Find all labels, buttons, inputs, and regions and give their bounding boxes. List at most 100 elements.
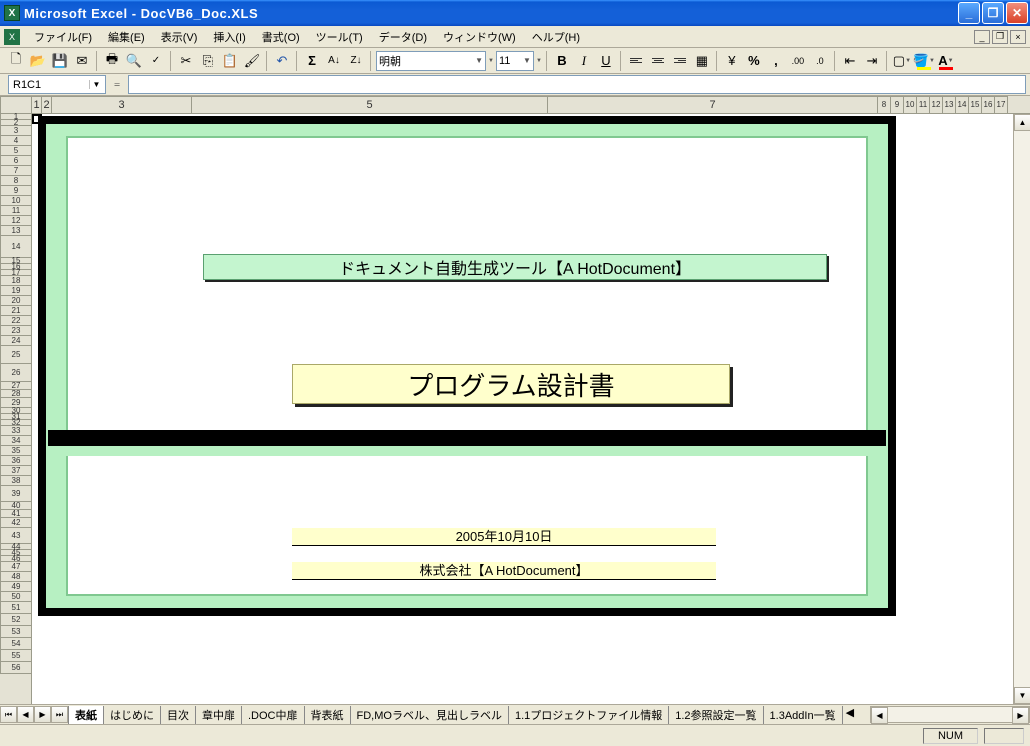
row-header[interactable]: 21	[0, 306, 31, 316]
paste-icon[interactable]: 📋	[220, 51, 240, 71]
sheet-tab[interactable]: 1.2参照設定一覧	[668, 706, 763, 724]
currency-button[interactable]: ¥	[722, 51, 742, 71]
email-icon[interactable]: ✉	[72, 51, 92, 71]
horizontal-scrollbar[interactable]: ◀ ▶	[870, 706, 1030, 723]
size-dd-arrow-icon[interactable]: ▼	[536, 58, 542, 64]
open-file-icon[interactable]: 📂	[28, 51, 48, 71]
row-header[interactable]: 28	[0, 390, 31, 398]
worksheet-grid[interactable]: ドキュメント自動生成ツール【A HotDocument】 プログラム設計書 20…	[32, 114, 1013, 704]
align-right-button[interactable]	[670, 51, 690, 71]
row-header[interactable]: 9	[0, 186, 31, 196]
spellcheck-icon[interactable]: ✓	[146, 51, 166, 71]
vscroll-track[interactable]	[1014, 131, 1030, 687]
scroll-down-button[interactable]: ▼	[1014, 687, 1030, 704]
percent-button[interactable]: %	[744, 51, 764, 71]
row-header[interactable]: 6	[0, 156, 31, 166]
sheet-tab-active[interactable]: 表紙	[68, 706, 104, 724]
row-header[interactable]: 19	[0, 286, 31, 296]
row-header[interactable]: 13	[0, 226, 31, 236]
row-header[interactable]: 18	[0, 276, 31, 286]
copy-icon[interactable]: ⎘	[198, 51, 218, 71]
row-header[interactable]: 24	[0, 336, 31, 346]
row-header[interactable]: 20	[0, 296, 31, 306]
menu-tools[interactable]: ツール(T)	[308, 27, 371, 47]
menu-window[interactable]: ウィンドウ(W)	[435, 27, 524, 47]
autosum-icon[interactable]: Σ	[302, 51, 322, 71]
col-header-15[interactable]: 15	[969, 96, 982, 114]
font-dd-arrow-icon[interactable]: ▼	[488, 58, 494, 64]
col-header-12[interactable]: 12	[930, 96, 943, 114]
save-icon[interactable]: 💾	[50, 51, 70, 71]
bold-button[interactable]: B	[552, 51, 572, 71]
hscroll-track[interactable]	[888, 707, 1012, 722]
menu-help[interactable]: ヘルプ(H)	[524, 27, 588, 47]
new-file-icon[interactable]: 🗋	[6, 51, 26, 71]
row-header[interactable]: 48	[0, 572, 31, 582]
mdi-close-button[interactable]: ×	[1010, 30, 1026, 44]
col-header-8[interactable]: 8	[878, 96, 891, 114]
align-center-button[interactable]	[648, 51, 668, 71]
font-size-select[interactable]: 11▼	[496, 51, 534, 71]
sheet-tab[interactable]: 1.3AddIn一覧	[763, 706, 843, 724]
menu-view[interactable]: 表示(V)	[153, 27, 206, 47]
col-header-17[interactable]: 17	[995, 96, 1008, 114]
row-header[interactable]: 10	[0, 196, 31, 206]
underline-button[interactable]: U	[596, 51, 616, 71]
tab-nav-prev-button[interactable]: ◀	[17, 706, 34, 723]
scroll-right-button[interactable]: ▶	[1012, 707, 1029, 724]
sheet-tab[interactable]: 背表紙	[304, 706, 351, 724]
row-header[interactable]: 12	[0, 216, 31, 226]
tab-nav-last-button[interactable]: ⏭	[51, 706, 68, 723]
maximize-button[interactable]: ❐	[982, 2, 1004, 24]
italic-button[interactable]: I	[574, 51, 594, 71]
tab-overflow-icon[interactable]: ◀	[842, 705, 858, 724]
sheet-tab[interactable]: .DOC中扉	[241, 706, 305, 724]
cut-icon[interactable]: ✂	[176, 51, 196, 71]
increase-decimal-button[interactable]: .00	[788, 51, 808, 71]
mdi-minimize-button[interactable]: _	[974, 30, 990, 44]
row-header[interactable]: 53	[0, 626, 31, 638]
name-box[interactable]: R1C1 ▼	[8, 75, 106, 94]
comma-button[interactable]: ,	[766, 51, 786, 71]
undo-icon[interactable]: ↶	[272, 51, 292, 71]
col-header-10[interactable]: 10	[904, 96, 917, 114]
row-header[interactable]: 5	[0, 146, 31, 156]
col-header-13[interactable]: 13	[943, 96, 956, 114]
sort-desc-icon[interactable]: Z↓	[346, 51, 366, 71]
menu-data[interactable]: データ(D)	[371, 27, 435, 47]
col-header-7[interactable]: 7	[548, 96, 878, 114]
row-header[interactable]: 33	[0, 426, 31, 436]
increase-indent-button[interactable]: ⇥	[862, 51, 882, 71]
fill-color-button[interactable]: 🪣▼	[914, 51, 934, 71]
font-color-button[interactable]: A▼	[936, 51, 956, 71]
menu-insert[interactable]: 挿入(I)	[205, 27, 253, 47]
print-icon[interactable]: 🖶	[102, 51, 122, 71]
decrease-indent-button[interactable]: ⇤	[840, 51, 860, 71]
row-header[interactable]: 47	[0, 562, 31, 572]
sheet-tab[interactable]: 章中扉	[195, 706, 242, 724]
menu-format[interactable]: 書式(O)	[254, 27, 308, 47]
vertical-scrollbar[interactable]: ▲ ▼	[1013, 114, 1030, 704]
sheet-tab[interactable]: 目次	[160, 706, 196, 724]
scroll-up-button[interactable]: ▲	[1014, 114, 1030, 131]
col-header-16[interactable]: 16	[982, 96, 995, 114]
row-header[interactable]: 38	[0, 476, 31, 486]
name-box-dropdown-icon[interactable]: ▼	[89, 80, 103, 89]
formula-bar-input[interactable]	[128, 75, 1026, 94]
font-name-select[interactable]: 明朝▼	[376, 51, 486, 71]
close-button[interactable]: ✕	[1006, 2, 1028, 24]
scroll-left-button[interactable]: ◀	[871, 707, 888, 724]
row-header[interactable]: 14	[0, 236, 31, 258]
col-header-11[interactable]: 11	[917, 96, 930, 114]
row-header[interactable]: 51	[0, 602, 31, 614]
tab-nav-next-button[interactable]: ▶	[34, 706, 51, 723]
borders-button[interactable]: ▢▼	[892, 51, 912, 71]
row-header[interactable]: 8	[0, 176, 31, 186]
menu-file[interactable]: ファイル(F)	[26, 27, 100, 47]
row-header[interactable]: 11	[0, 206, 31, 216]
decrease-decimal-button[interactable]: .0	[810, 51, 830, 71]
row-header[interactable]: 52	[0, 614, 31, 626]
row-header[interactable]: 36	[0, 456, 31, 466]
col-header-9[interactable]: 9	[891, 96, 904, 114]
print-preview-icon[interactable]: 🔍	[124, 51, 144, 71]
